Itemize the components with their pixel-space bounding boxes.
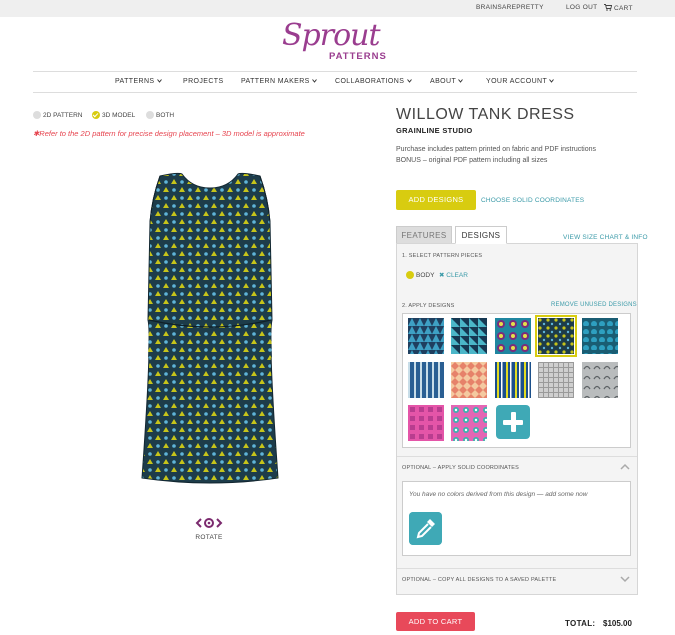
- no-colors-message: You have no colors derived from this des…: [409, 491, 588, 498]
- select-pattern-pieces-label: 1. SELECT PATTERN PIECES: [402, 253, 483, 259]
- swatch-navy-tri-pattern[interactable]: [408, 318, 444, 354]
- product-brand[interactable]: GRAINLINE STUDIO: [396, 126, 472, 135]
- chevron-down-icon: [312, 79, 317, 83]
- total-label: TOTAL:: [565, 619, 596, 628]
- swatch-pink-teal-lattice[interactable]: [451, 405, 487, 441]
- add-design-plus-icon[interactable]: [496, 405, 530, 439]
- swatch-navy-chartreuse-dots[interactable]: [535, 315, 577, 357]
- dress-3d-model[interactable]: [130, 170, 290, 490]
- nav-collaborations[interactable]: COLLABORATIONS: [335, 78, 412, 85]
- username-link[interactable]: BRAINSAREPRETTY: [476, 4, 544, 11]
- logo-script: Sprout: [282, 18, 381, 53]
- logo-sub: PATTERNS: [329, 51, 387, 62]
- chevron-down-icon[interactable]: [620, 576, 630, 583]
- eyedropper-icon[interactable]: [409, 512, 442, 545]
- radio-dot: [146, 111, 154, 119]
- view-size-chart-link[interactable]: VIEW SIZE CHART & INFO: [563, 234, 648, 241]
- main-nav: PATTERNS PROJECTS PATTERN MAKERS COLLABO…: [0, 78, 675, 88]
- nav-bottom-rule: [33, 92, 637, 93]
- add-to-cart-button[interactable]: ADD TO CART: [396, 612, 475, 631]
- apply-designs-label: 2. APPLY DESIGNS: [402, 303, 455, 309]
- nav-your-account[interactable]: YOUR ACCOUNT: [486, 78, 555, 85]
- tab-features[interactable]: FEATURES: [396, 226, 452, 244]
- swatch-magenta-teal-kaleido[interactable]: [495, 318, 531, 354]
- rotate-icon: [195, 518, 223, 528]
- radio-dot: [33, 111, 41, 119]
- swatch-blue-teal-triangles[interactable]: [451, 318, 487, 354]
- swatch-grey-bird-print[interactable]: [582, 362, 618, 398]
- cart-link[interactable]: CART: [604, 4, 633, 12]
- nav-patterns[interactable]: PATTERNS: [115, 78, 162, 85]
- nav-top-rule: [33, 71, 637, 72]
- panel-divider: [397, 456, 637, 457]
- product-desc-2: BONUS – original PDF pattern including a…: [396, 157, 548, 164]
- chevron-down-icon: [549, 79, 555, 83]
- check-icon: [406, 271, 414, 279]
- cart-icon: [604, 4, 612, 11]
- clear-button[interactable]: ✖ CLEAR: [439, 271, 468, 279]
- view-3d-model-radio[interactable]: 3D MODEL: [92, 111, 135, 119]
- chevron-down-icon: [156, 79, 162, 83]
- add-designs-button[interactable]: ADD DESIGNS: [396, 190, 476, 210]
- swatch-teal-scallops[interactable]: [582, 318, 618, 354]
- view-both-radio[interactable]: BOTH: [146, 111, 174, 119]
- swatch-peach-diamond[interactable]: [451, 362, 487, 398]
- remove-unused-designs-link[interactable]: REMOVE UNUSED DESIGNS: [551, 302, 637, 308]
- chevron-down-icon: [406, 79, 412, 83]
- chevron-down-icon: [458, 79, 464, 83]
- rotate-control[interactable]: ROTATE: [193, 516, 225, 541]
- optional-solid-coordinates-label[interactable]: OPTIONAL – APPLY SOLID COORDINATES: [402, 465, 519, 471]
- sprout-logo[interactable]: Sprout PATTERNS: [282, 18, 392, 66]
- placement-warning: ✱Refer to the 2D pattern for precise des…: [33, 129, 305, 138]
- panel-divider: [397, 568, 637, 569]
- choose-solid-coordinates-link[interactable]: CHOOSE SOLID COORDINATES: [481, 197, 584, 204]
- product-desc-1: Purchase includes pattern printed on fab…: [396, 146, 596, 153]
- view-2d-pattern-radio[interactable]: 2D PATTERN: [33, 111, 83, 119]
- swatch-yellow-blue-stripes[interactable]: [495, 362, 531, 398]
- chevron-up-icon[interactable]: [620, 463, 630, 470]
- total-value: $105.00: [603, 619, 632, 628]
- nav-pattern-makers[interactable]: PATTERN MAKERS: [241, 78, 317, 85]
- swatch-blue-vertical-stripes[interactable]: [408, 362, 444, 398]
- swatch-pink-geometric[interactable]: [408, 405, 444, 441]
- tab-designs[interactable]: DESIGNS: [455, 226, 507, 244]
- optional-copy-palette-label[interactable]: OPTIONAL – COPY ALL DESIGNS TO A SAVED P…: [402, 577, 556, 583]
- check-icon: [92, 111, 100, 119]
- nav-about[interactable]: ABOUT: [430, 78, 464, 85]
- rotate-label: ROTATE: [195, 534, 223, 541]
- body-piece-option[interactable]: BODY: [406, 271, 434, 279]
- top-bar: BRAINSAREPRETTY LOG OUT CART: [0, 0, 675, 17]
- cart-label: CART: [614, 5, 633, 12]
- product-title: WILLOW TANK DRESS: [396, 106, 575, 123]
- nav-projects[interactable]: PROJECTS: [183, 78, 224, 85]
- logout-link[interactable]: LOG OUT: [566, 4, 597, 11]
- swatch-grey-grid[interactable]: [538, 362, 574, 398]
